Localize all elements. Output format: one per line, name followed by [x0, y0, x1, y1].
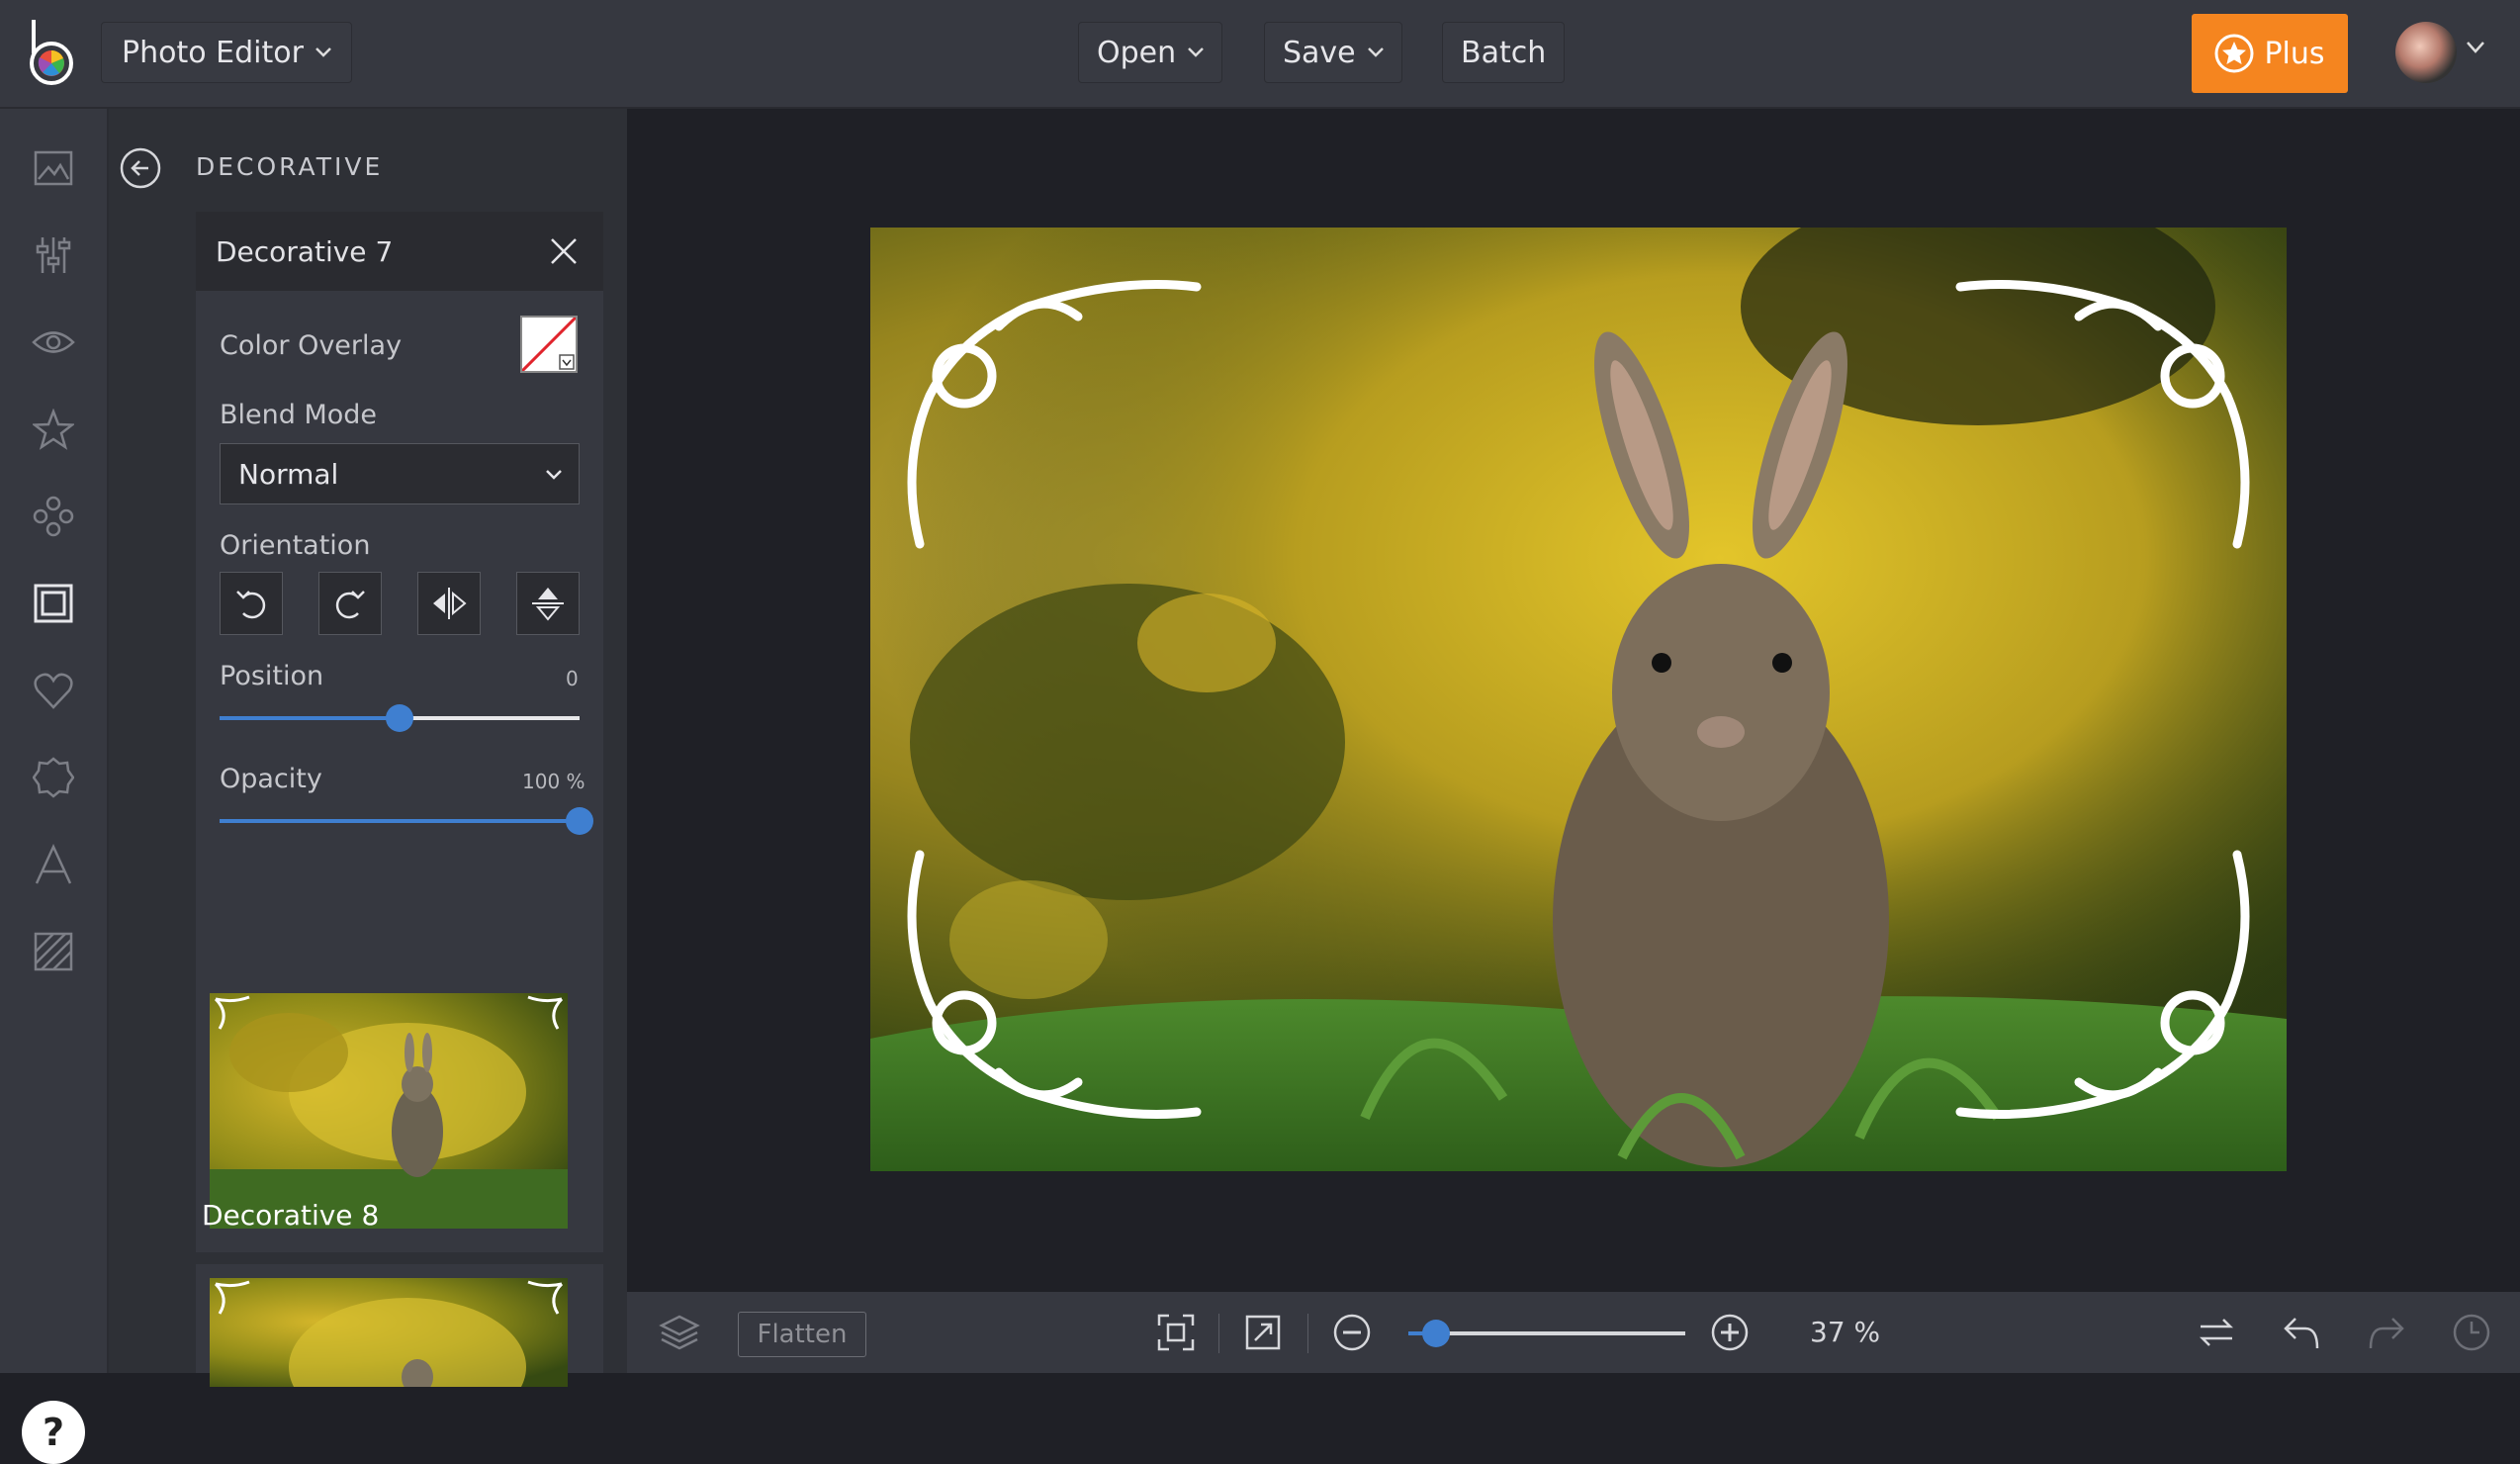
flatten-label: Flatten	[757, 1320, 848, 1349]
open-menu-button[interactable]: Open	[1078, 22, 1223, 83]
opacity-slider[interactable]	[220, 807, 593, 835]
open-label: Open	[1097, 35, 1177, 70]
opacity-slider-fill	[220, 819, 580, 823]
chevron-down-icon	[1188, 47, 1205, 57]
text-icon[interactable]	[30, 841, 77, 888]
fit-to-screen-icon[interactable]	[1153, 1310, 1199, 1355]
undo-icon[interactable]	[2279, 1310, 2324, 1355]
texture-icon[interactable]	[30, 928, 77, 975]
help-label: ?	[42, 1411, 65, 1454]
blend-mode-value: Normal	[238, 457, 339, 491]
help-button[interactable]: ?	[22, 1401, 85, 1464]
opacity-slider-handle[interactable]	[566, 807, 593, 835]
rotate-right-icon	[335, 591, 365, 619]
close-icon[interactable]	[548, 235, 580, 267]
decorative-preview-image	[210, 993, 568, 1229]
card-title: Decorative 7	[216, 235, 394, 268]
flip-vertical-icon	[532, 588, 564, 621]
panel-title: DECORATIVE	[196, 152, 384, 181]
chevron-down-icon	[315, 47, 331, 57]
position-label: Position	[220, 661, 324, 691]
star-badge-icon	[2214, 34, 2254, 73]
divider	[1218, 1314, 1219, 1353]
position-value: 0	[566, 667, 579, 690]
layers-icon[interactable]	[657, 1310, 702, 1355]
divider	[1307, 1314, 1308, 1353]
badge-icon[interactable]	[30, 754, 77, 801]
plus-label: Plus	[2264, 36, 2325, 71]
flatten-button[interactable]: Flatten	[738, 1312, 866, 1357]
photo-editor-label: Photo Editor	[122, 35, 304, 70]
rotate-left-icon	[236, 591, 266, 619]
decorative-preview-image	[210, 1278, 568, 1387]
adjust-sliders-icon[interactable]	[30, 231, 77, 279]
card-header: Decorative 7	[196, 212, 603, 291]
rabbit-photo[interactable]	[870, 228, 2287, 1171]
zoom-in-icon[interactable]	[1707, 1310, 1753, 1355]
flip-horizontal-button[interactable]	[417, 572, 481, 635]
color-overlay-label: Color Overlay	[220, 330, 403, 361]
heart-icon[interactable]	[30, 667, 77, 714]
tool-rail: ?	[0, 109, 109, 1464]
blend-mode-label: Blend Mode	[220, 400, 378, 430]
effects-icon[interactable]	[30, 493, 77, 540]
position-slider[interactable]	[220, 704, 580, 732]
orientation-label: Orientation	[220, 530, 371, 561]
color-overlay-swatch[interactable]	[520, 316, 578, 373]
chevron-down-icon	[1367, 47, 1384, 57]
decorative-panel: DECORATIVE Decorative 7 Color Overlay Bl…	[109, 109, 728, 1387]
opacity-label: Opacity	[220, 764, 322, 794]
no-color-icon	[520, 316, 578, 373]
opacity-value: 100 %	[522, 770, 585, 793]
blend-mode-select[interactable]: Normal	[220, 443, 580, 504]
top-bar: Photo Editor Open Save Batch Plus	[0, 0, 2520, 109]
eye-icon[interactable]	[30, 319, 77, 366]
flip-horizontal-icon	[433, 588, 467, 619]
user-avatar[interactable]	[2395, 22, 2457, 83]
frame-icon[interactable]	[30, 580, 77, 627]
position-slider-fill	[220, 716, 400, 720]
compare-swap-icon[interactable]	[2194, 1310, 2239, 1355]
position-slider-handle[interactable]	[386, 704, 413, 732]
history-icon[interactable]	[2449, 1310, 2494, 1355]
save-menu-button[interactable]: Save	[1264, 22, 1402, 83]
befunky-logo-icon[interactable]	[22, 18, 81, 87]
decorative-thumbnail[interactable]: Decorative 8	[196, 979, 603, 1252]
rotate-right-button[interactable]	[318, 572, 382, 635]
zoom-out-icon[interactable]	[1329, 1310, 1375, 1355]
actual-size-icon[interactable]	[1240, 1310, 1286, 1355]
zoom-slider[interactable]	[1408, 1320, 1685, 1347]
decorative-thumbnail[interactable]	[196, 1264, 603, 1387]
star-icon[interactable]	[30, 406, 77, 453]
thumbnail-label: Decorative 8	[202, 1199, 380, 1232]
chevron-down-icon	[546, 470, 562, 480]
zoom-slider-handle[interactable]	[1422, 1320, 1450, 1347]
flip-vertical-button[interactable]	[516, 572, 580, 635]
decorative-settings-card: Decorative 7 Color Overlay Blend Mode No…	[196, 212, 603, 1082]
rotate-left-button[interactable]	[220, 572, 283, 635]
save-label: Save	[1283, 35, 1356, 70]
bottom-bar: Flatten 37 %	[627, 1292, 2520, 1373]
back-arrow-icon[interactable]	[119, 146, 162, 190]
batch-button[interactable]: Batch	[1442, 22, 1566, 83]
photo-artwork	[870, 228, 2287, 1171]
zoom-level: 37 %	[1810, 1316, 1881, 1348]
redo-icon[interactable]	[2364, 1310, 2409, 1355]
chevron-down-icon[interactable]	[2467, 42, 2484, 53]
plus-upgrade-button[interactable]: Plus	[2192, 14, 2348, 93]
photo-editor-menu[interactable]: Photo Editor	[101, 22, 352, 83]
image-icon[interactable]	[30, 144, 77, 192]
batch-label: Batch	[1461, 35, 1547, 70]
